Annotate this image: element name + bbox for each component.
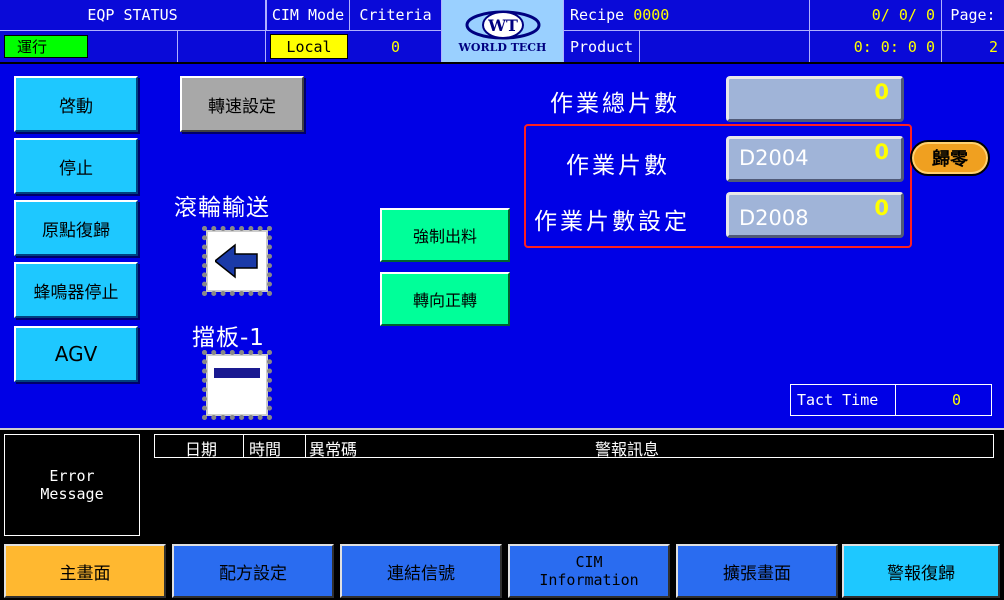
recipe-row: Recipe 0000 [564, 0, 810, 30]
eqp-status-extra-1 [90, 31, 178, 62]
buzzer-stop-button[interactable]: 蜂鳴器停止 [14, 262, 138, 318]
error-list[interactable] [154, 458, 994, 536]
speed-setting-button[interactable]: 轉速設定 [180, 76, 304, 132]
work-count-setting-label: 作業片數設定 [534, 209, 690, 235]
roller-direction-button[interactable] [202, 226, 272, 296]
nav-main-screen[interactable]: 主畫面 [4, 544, 166, 598]
tact-time-label: Tact Time [797, 391, 879, 409]
total-count-value: 0 [874, 80, 889, 104]
reverse-forward-button[interactable]: 轉向正轉 [380, 272, 510, 326]
world-tech-emblem-icon: WT [465, 10, 540, 39]
arrow-left-icon [215, 243, 258, 279]
tact-time-divider [895, 385, 896, 415]
error-title-line1: Error [49, 467, 95, 485]
nav-cim-information[interactable]: CIM Information [508, 544, 670, 598]
tact-time-box: Tact Time 0 [790, 384, 992, 416]
header-bar: EQP STATUS 運行 CIM Mode Local Criteria 0 … [0, 0, 1004, 62]
svg-text:WT: WT [487, 16, 518, 35]
work-count-setting-field[interactable]: D2008 0 [726, 192, 904, 238]
tact-time-value: 0 [951, 391, 961, 409]
col-code: 異常碼 [309, 440, 358, 459]
reset-zero-button[interactable]: 歸零 [910, 140, 990, 176]
product-value [640, 31, 810, 62]
criteria-label: Criteria [350, 0, 442, 30]
world-tech-logo: WT WORLD TECH [442, 0, 564, 62]
error-panel: Error Message 日期 時間 異常碼 警報訊息 [0, 428, 1004, 540]
eqp-status-value: 運行 [4, 35, 88, 58]
work-count-register: D2004 [739, 146, 809, 170]
start-button[interactable]: 啓動 [14, 76, 138, 132]
criteria-value: 0 [350, 31, 442, 62]
agv-button[interactable]: AGV [14, 326, 138, 382]
home-return-button[interactable]: 原點復歸 [14, 200, 138, 256]
roller-transport-label: 滾輪輸送 [174, 195, 270, 221]
col-divider-1 [243, 435, 244, 457]
total-count-field: 0 [726, 76, 904, 122]
time-display: 0: 0: 0 0 [810, 31, 942, 62]
eqp-status-extra-2 [178, 31, 266, 62]
stop-button[interactable]: 停止 [14, 138, 138, 194]
logo-text: WORLD TECH [458, 40, 547, 54]
col-divider-2 [305, 435, 306, 457]
page-label: Page: [950, 6, 996, 24]
nav-alarm-reset[interactable]: 警報復歸 [842, 544, 1000, 598]
error-title-box: Error Message [4, 434, 140, 536]
work-count-setting-value: 0 [874, 196, 889, 220]
page-number: 2 [988, 37, 998, 56]
total-count-label: 作業總片數 [550, 91, 680, 117]
main-panel: 啓動 停止 原點復歸 蜂鳴器停止 AGV 轉速設定 滾輪輸送 擋板-1 強制出料… [0, 64, 1004, 428]
product-label: Product [564, 31, 640, 62]
baffle-label: 擋板-1 [192, 325, 265, 351]
cim-mode-value: Local [270, 34, 348, 59]
col-message: 警報訊息 [595, 440, 660, 459]
col-date: 日期 [185, 440, 218, 459]
baffle-toggle-button[interactable] [202, 350, 272, 420]
recipe-value: 0000 [633, 6, 670, 24]
date-display: 0/ 0/ 0 [810, 0, 942, 30]
eqp-status-label: EQP STATUS [0, 0, 266, 30]
error-header-row: 日期 時間 異常碼 警報訊息 [154, 434, 994, 459]
work-count-setting-register: D2008 [739, 206, 809, 230]
work-count-field[interactable]: D2004 0 [726, 136, 904, 182]
cim-mode-label: CIM Mode [266, 0, 350, 30]
col-time: 時間 [249, 440, 282, 459]
error-title-line2: Message [40, 485, 104, 503]
recipe-label: Recipe [570, 6, 625, 24]
nav-extension-screen[interactable]: 擴張畫面 [676, 544, 838, 598]
work-count-value: 0 [874, 140, 889, 164]
baffle-bar-icon [214, 368, 260, 378]
force-output-button[interactable]: 強制出料 [380, 208, 510, 262]
nav-link-signal[interactable]: 連結信號 [340, 544, 502, 598]
bottom-nav: 主畫面 配方設定 連結信號 CIM Information 擴張畫面 警報復歸 [0, 542, 1004, 600]
nav-recipe-settings[interactable]: 配方設定 [172, 544, 334, 598]
work-count-label: 作業片數 [566, 153, 670, 179]
